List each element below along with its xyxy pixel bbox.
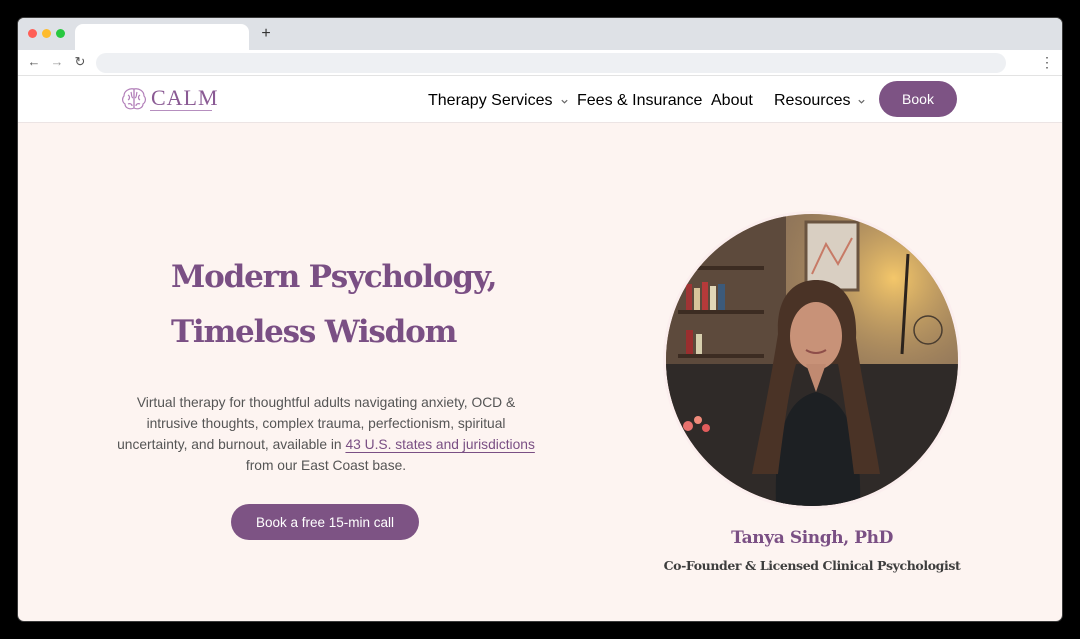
nav-item-label: About (711, 92, 753, 109)
browser-tab-active[interactable] (75, 24, 249, 50)
therapist-name: Tanya Singh, PhD (731, 528, 893, 548)
back-arrow-icon[interactable]: ← (26, 54, 42, 70)
nav-fees-insurance[interactable]: Fees & Insurance (577, 92, 702, 110)
brain-logo-icon (122, 88, 146, 110)
site-logo[interactable]: CALM (120, 85, 219, 112)
new-tab-button[interactable]: + (258, 24, 274, 44)
chevron-down-icon (858, 99, 866, 104)
browser-window: + ← → ↻ ⋮ CALM Therapy Services Fees & I… (18, 18, 1062, 621)
logo-wordmark: CALM (151, 85, 219, 110)
hero-text-end: from our East Coast base. (245, 458, 407, 473)
close-window-button[interactable] (28, 29, 37, 38)
hero-description: Virtual therapy for thoughtful adults na… (116, 392, 536, 476)
browser-toolbar: ← → ↻ ⋮ (18, 50, 1062, 76)
nav-therapy-services[interactable]: Therapy Services (428, 92, 569, 110)
nav-item-label: Therapy Services (428, 92, 553, 109)
nav-item-label: Fees & Insurance (577, 92, 703, 109)
maximize-window-button[interactable] (56, 29, 65, 38)
nav-resources[interactable]: Resources (774, 92, 866, 110)
tab-strip: + (18, 18, 1062, 50)
nav-about[interactable]: About (711, 92, 753, 110)
site-header: CALM Therapy Services Fees & Insurance A… (18, 76, 1062, 123)
address-bar[interactable] (96, 53, 1006, 73)
portrait-illustration (666, 214, 958, 506)
hero-title-line-1: Modern Psychology, (171, 259, 497, 295)
therapist-portrait (666, 214, 958, 506)
browser-menu-icon[interactable]: ⋮ (1040, 54, 1054, 70)
logo-tagline-rule (150, 110, 212, 111)
book-button[interactable]: Book (879, 81, 957, 117)
therapist-role: Co-Founder & Licensed Clinical Psycholog… (663, 558, 961, 573)
chevron-down-icon (560, 99, 568, 104)
minimize-window-button[interactable] (42, 29, 51, 38)
nav-item-label: Resources (774, 92, 851, 109)
hero-title-line-2: Timeless Wisdom (171, 314, 457, 350)
forward-arrow-icon[interactable]: → (49, 54, 65, 70)
states-jurisdictions-link[interactable]: 43 U.S. states and jurisdictions (345, 437, 534, 452)
book-free-call-button[interactable]: Book a free 15-min call (231, 504, 419, 540)
reload-icon[interactable]: ↻ (72, 54, 88, 70)
